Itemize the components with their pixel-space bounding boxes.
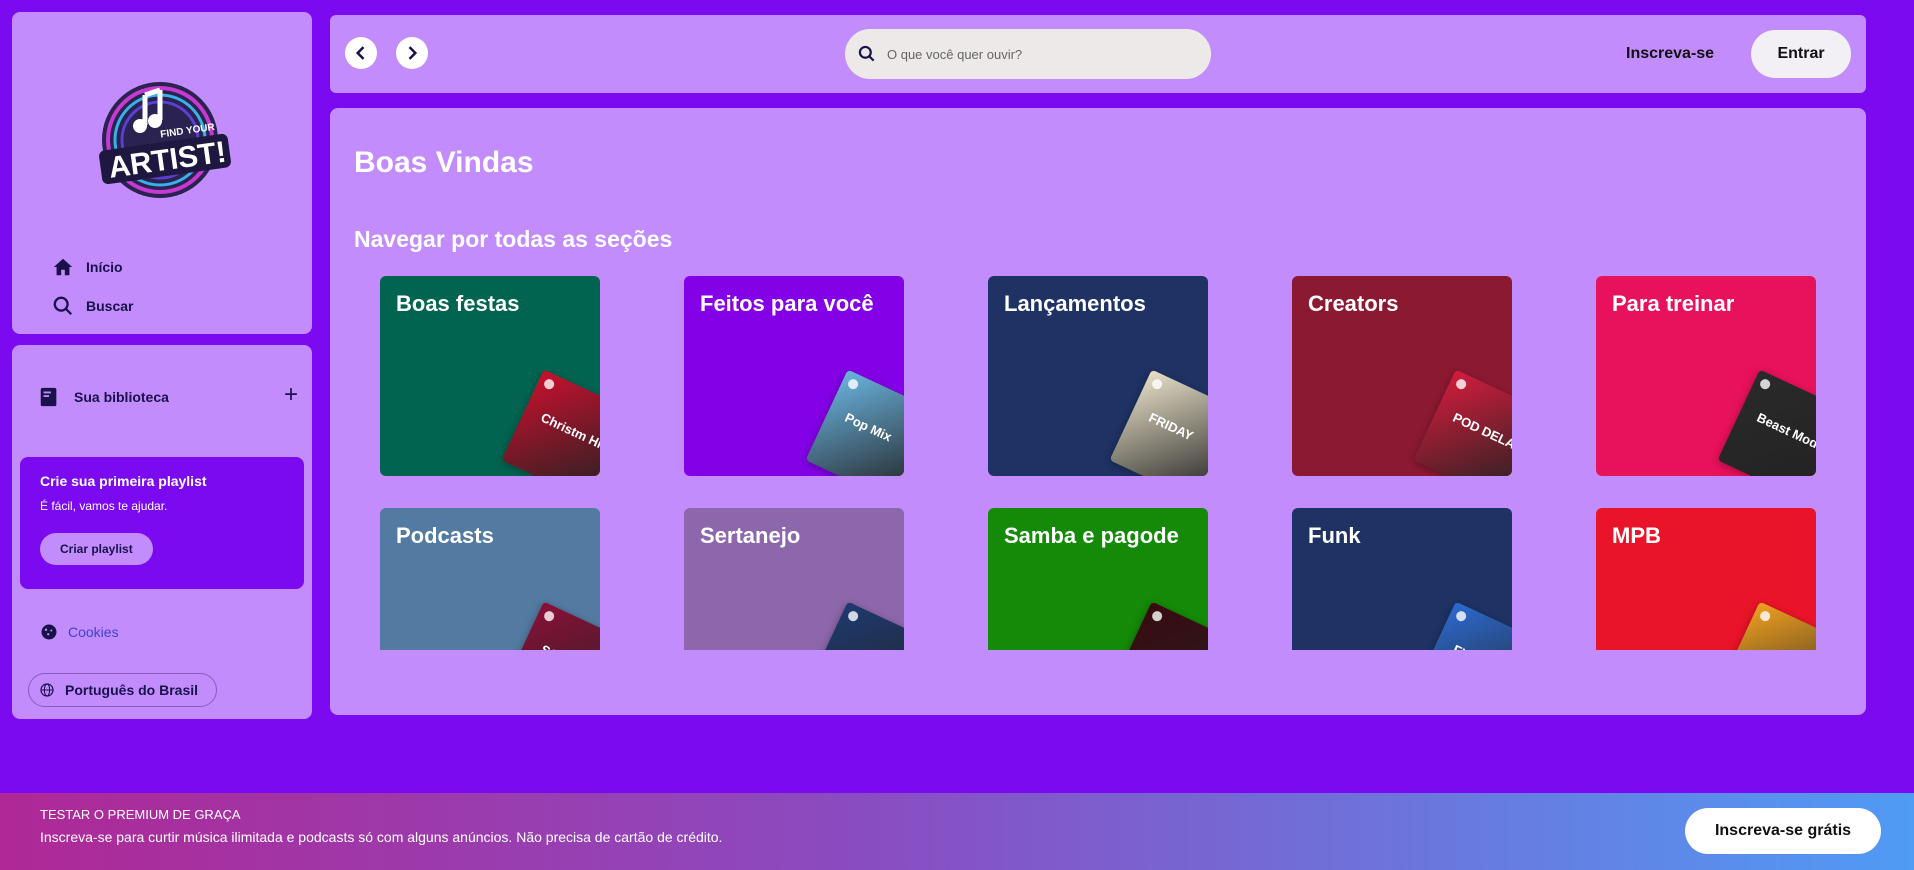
main-content: Boas Vindas Navegar por todas as seções … bbox=[330, 108, 1866, 715]
category-card[interactable]: Funk FUN bbox=[1292, 508, 1512, 650]
category-card[interactable]: Boas festas Christm Hit bbox=[380, 276, 600, 476]
category-cover-art: Pop Mix bbox=[805, 369, 904, 476]
spotify-icon bbox=[1454, 609, 1468, 623]
page-title: Boas Vindas bbox=[354, 146, 534, 179]
nav-search[interactable]: Buscar bbox=[52, 295, 133, 317]
app-logo[interactable]: ARTIST! FIND YOUR bbox=[90, 70, 240, 210]
cover-art-text: Christm Hit bbox=[538, 409, 600, 453]
sidebar-nav-panel: ARTIST! FIND YOUR Início Buscar bbox=[12, 12, 312, 334]
top-header: Inscreva-se Entrar bbox=[330, 15, 1866, 93]
category-card[interactable]: Samba e pagode bbox=[988, 508, 1208, 650]
category-card-title: Sertanejo bbox=[700, 523, 801, 548]
cookies-link[interactable]: Cookies bbox=[40, 623, 119, 641]
search-bar[interactable] bbox=[845, 29, 1211, 79]
playlist-card-title: Crie sua primeira playlist bbox=[40, 473, 207, 489]
category-cover-art: SCIE bbox=[501, 601, 600, 650]
globe-icon bbox=[40, 683, 54, 697]
category-cover-art bbox=[1109, 601, 1208, 650]
category-card-title: Creators bbox=[1308, 291, 1399, 316]
category-cover-art: Christm Hit bbox=[501, 369, 600, 476]
category-cover-art: Beast Mode bbox=[1717, 369, 1816, 476]
category-card-title: Boas festas bbox=[396, 291, 520, 316]
category-card-title: Podcasts bbox=[396, 523, 494, 548]
category-card-title: Samba e pagode bbox=[1004, 523, 1179, 548]
category-card[interactable]: Podcasts SCIE bbox=[380, 508, 600, 650]
cover-art-text: Beast Mode bbox=[1754, 409, 1816, 455]
spotify-icon bbox=[1150, 609, 1164, 623]
category-card-title: Funk bbox=[1308, 523, 1361, 548]
category-grid: Boas festas Christm Hit Feitos para você Po… bbox=[380, 276, 1820, 650]
category-cover-art: POD DELAS bbox=[1413, 369, 1512, 476]
category-cover-art bbox=[1717, 601, 1816, 650]
category-card-title: Feitos para você bbox=[700, 291, 874, 316]
library-label: Sua biblioteca bbox=[74, 389, 169, 405]
spotify-icon bbox=[1454, 377, 1468, 391]
login-button[interactable]: Entrar bbox=[1751, 30, 1851, 78]
category-card[interactable]: Para treinar Beast Mode bbox=[1596, 276, 1816, 476]
library-button[interactable]: Sua biblioteca bbox=[38, 386, 169, 408]
language-label: Português do Brasil bbox=[65, 682, 199, 698]
forward-button[interactable] bbox=[396, 37, 428, 69]
library-panel: Sua biblioteca + Crie sua primeira playl… bbox=[12, 345, 312, 719]
home-icon bbox=[53, 258, 73, 276]
category-card[interactable]: Creators POD DELAS bbox=[1292, 276, 1512, 476]
spotify-icon bbox=[542, 609, 556, 623]
spotify-icon bbox=[1758, 377, 1772, 391]
cookies-label: Cookies bbox=[68, 624, 119, 640]
create-playlist-card: Crie sua primeira playlist É fácil, vamo… bbox=[20, 457, 304, 589]
category-card-title: Lançamentos bbox=[1004, 291, 1146, 316]
category-card[interactable]: Feitos para você Pop Mix bbox=[684, 276, 904, 476]
search-icon bbox=[858, 45, 875, 62]
category-card-title: Para treinar bbox=[1612, 291, 1735, 316]
library-icon bbox=[40, 387, 57, 407]
spotify-icon bbox=[1150, 377, 1164, 391]
banner-title: TESTAR O PREMIUM DE GRAÇA bbox=[40, 807, 241, 822]
nav-search-label: Buscar bbox=[86, 298, 134, 314]
create-playlist-button[interactable]: Criar playlist bbox=[40, 533, 153, 565]
section-title: Navegar por todas as seções bbox=[354, 226, 673, 252]
cover-art-text: SCIE bbox=[539, 642, 573, 650]
spotify-icon bbox=[542, 377, 556, 391]
nav-home-label: Início bbox=[86, 259, 123, 275]
search-input[interactable] bbox=[887, 46, 1187, 62]
category-card-title: MPB bbox=[1612, 523, 1661, 548]
nav-home[interactable]: Início bbox=[52, 256, 123, 278]
category-card[interactable]: Lançamentos FRIDAY bbox=[988, 276, 1208, 476]
language-button[interactable]: Português do Brasil bbox=[28, 673, 218, 707]
back-button[interactable] bbox=[345, 37, 377, 69]
spotify-icon bbox=[846, 377, 860, 391]
spotify-icon bbox=[846, 609, 860, 623]
spotify-icon bbox=[1758, 609, 1772, 623]
playlist-card-subtitle: É fácil, vamos te ajudar. bbox=[40, 499, 168, 513]
cover-art-text: Pop Mix bbox=[842, 409, 895, 445]
category-cover-art bbox=[805, 601, 904, 650]
chevron-left-icon bbox=[355, 46, 365, 60]
search-icon bbox=[53, 296, 73, 316]
add-library-button[interactable]: + bbox=[284, 383, 298, 407]
signup-free-button[interactable]: Inscreva-se grátis bbox=[1685, 808, 1881, 854]
cookie-icon bbox=[41, 624, 57, 640]
cover-art-text: FUN bbox=[1451, 642, 1482, 650]
signup-link[interactable]: Inscreva-se bbox=[1626, 45, 1714, 63]
banner-text: Inscreva-se para curtir música ilimitada… bbox=[40, 829, 723, 845]
category-card[interactable]: MPB bbox=[1596, 508, 1816, 650]
premium-banner[interactable]: TESTAR O PREMIUM DE GRAÇA Inscreva-se pa… bbox=[0, 793, 1914, 870]
cover-art-text: FRIDAY bbox=[1146, 409, 1196, 444]
category-cover-art: FUN bbox=[1413, 601, 1512, 650]
category-card[interactable]: Sertanejo bbox=[684, 508, 904, 650]
category-cover-art: FRIDAY bbox=[1109, 369, 1208, 476]
cover-art-text: POD DELAS bbox=[1450, 409, 1512, 456]
chevron-right-icon bbox=[408, 46, 418, 60]
